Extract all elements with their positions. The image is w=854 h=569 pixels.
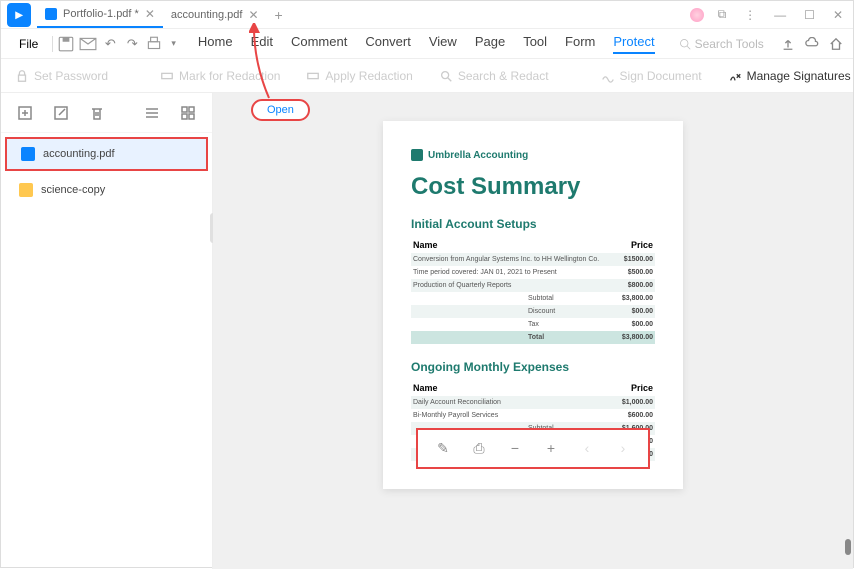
new-tab-button[interactable]: + xyxy=(267,7,291,23)
pdf-icon xyxy=(45,8,57,20)
section-heading: Initial Account Setups xyxy=(411,217,655,231)
menu-bar: File ↶ ↷ ▾ Home Edit Comment Convert Vie… xyxy=(1,29,853,59)
next-icon[interactable]: › xyxy=(616,440,630,457)
edit-icon[interactable] xyxy=(53,105,69,121)
sign-document-button[interactable]: Sign Document xyxy=(601,69,702,83)
redo-icon[interactable]: ↷ xyxy=(123,35,141,53)
save-icon[interactable] xyxy=(57,35,75,53)
file-name: accounting.pdf xyxy=(43,148,115,160)
zoom-out-icon[interactable]: − xyxy=(508,440,522,457)
sidebar-file-accounting[interactable]: accounting.pdf xyxy=(5,137,208,171)
tab-portfolio[interactable]: Portfolio-1.pdf * ✕ xyxy=(37,2,163,28)
prev-icon[interactable]: ‹ xyxy=(580,440,594,457)
menu-convert[interactable]: Convert xyxy=(365,34,411,54)
menu-form[interactable]: Form xyxy=(565,34,595,54)
apply-redaction-button[interactable]: Apply Redaction xyxy=(306,69,412,83)
app-icon: ▸ xyxy=(7,3,31,27)
edit-page-icon[interactable]: ✎ xyxy=(436,440,450,457)
close-icon[interactable]: ✕ xyxy=(248,8,258,22)
maximize-button[interactable]: ☐ xyxy=(800,6,819,24)
tab-label: accounting.pdf xyxy=(171,9,243,21)
file-name: science-copy xyxy=(41,184,105,196)
pdf-icon xyxy=(21,147,35,161)
dropdown-icon[interactable]: ▾ xyxy=(167,38,180,49)
delete-icon[interactable] xyxy=(89,105,105,121)
file-menu[interactable]: File xyxy=(9,37,48,51)
menu-comment[interactable]: Comment xyxy=(291,34,347,54)
brand-logo-icon xyxy=(411,149,423,161)
menu-edit[interactable]: Edit xyxy=(251,34,273,54)
undo-icon[interactable]: ↶ xyxy=(101,35,119,53)
tab-accounting[interactable]: accounting.pdf ✕ xyxy=(163,2,267,28)
assistant-icon[interactable] xyxy=(690,8,704,22)
list-view-icon[interactable] xyxy=(144,105,160,121)
scrollbar[interactable] xyxy=(845,539,851,555)
close-icon[interactable]: ✕ xyxy=(145,7,155,21)
mark-redaction-button[interactable]: Mark for Redaction xyxy=(160,69,280,83)
zoom-in-icon[interactable]: + xyxy=(544,440,558,457)
title-bar: ▸ Portfolio-1.pdf * ✕ accounting.pdf ✕ +… xyxy=(1,1,853,29)
home-icon[interactable] xyxy=(829,37,843,51)
close-button[interactable]: ✕ xyxy=(829,6,847,24)
menu-tool[interactable]: Tool xyxy=(523,34,547,54)
sidebar-file-science[interactable]: science-copy xyxy=(5,175,208,205)
print-icon[interactable] xyxy=(145,35,163,53)
upload-icon[interactable] xyxy=(781,37,795,51)
add-icon[interactable] xyxy=(17,105,33,121)
print-page-icon[interactable]: ⎙ xyxy=(472,440,486,457)
protect-toolbar: Set Password Mark for Redaction Apply Re… xyxy=(1,59,853,93)
search-tools[interactable]: Search Tools xyxy=(679,37,764,51)
menu-home[interactable]: Home xyxy=(198,34,233,54)
mail-icon[interactable] xyxy=(79,35,97,53)
menu-icon[interactable]: ⋮ xyxy=(740,6,760,24)
manage-signatures-button[interactable]: Manage Signatures▾ xyxy=(728,69,854,83)
grid-view-icon[interactable] xyxy=(180,105,196,121)
doc-title: Cost Summary xyxy=(411,173,655,201)
share-icon[interactable]: ⧉ xyxy=(714,5,731,24)
search-redact-button[interactable]: Search & Redact xyxy=(439,69,549,83)
cloud-icon[interactable] xyxy=(805,37,819,51)
section-heading: Ongoing Monthly Expenses xyxy=(411,360,655,374)
sidebar: accounting.pdf science-copy xyxy=(1,93,213,569)
pdf-page: Umbrella Accounting Cost Summary Initial… xyxy=(383,121,683,489)
brand-header: Umbrella Accounting xyxy=(411,149,655,161)
document-area: Open Umbrella Accounting Cost Summary In… xyxy=(213,93,853,569)
menu-view[interactable]: View xyxy=(429,34,457,54)
page-toolbar: ✎ ⎙ − + ‹ › xyxy=(416,428,650,469)
menu-protect[interactable]: Protect xyxy=(613,34,654,54)
menu-page[interactable]: Page xyxy=(475,34,505,54)
tab-label: Portfolio-1.pdf * xyxy=(63,8,139,20)
minimize-button[interactable]: — xyxy=(770,6,790,24)
folder-icon xyxy=(19,183,33,197)
set-password-button[interactable]: Set Password xyxy=(15,69,108,83)
open-button[interactable]: Open xyxy=(251,99,310,121)
